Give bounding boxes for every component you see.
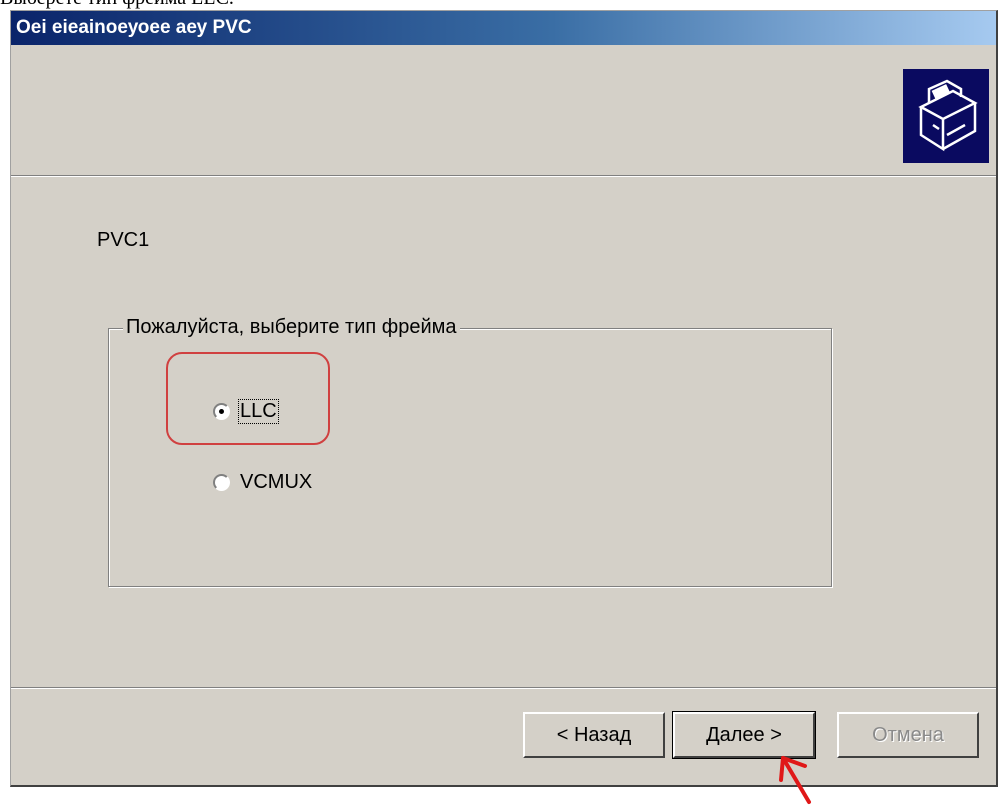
radio-label-vcmux: VCMUX [240,471,313,493]
red-arrow-annotation [779,756,811,804]
pvc-name-label: PVC1 [97,229,150,251]
network-card-icon [903,69,989,163]
radio-button-vcmux[interactable] [213,474,230,491]
window-title: Оеі еіеаіnоеуоее аеу PVC [11,11,996,45]
groupbox-label: Пожалуйста, выберите тип фрейма [123,316,460,339]
cancel-button[interactable]: Отмена [837,712,979,758]
header-separator [11,175,996,177]
llc-highlight-annotation [166,352,330,445]
back-button[interactable]: < Назад [523,712,665,758]
radio-option-vcmux[interactable]: VCMUX [213,471,313,494]
wizard-dialog: Оеі еіеаіnоеуоее аеу PVC PVC1 Пожалуйста… [10,10,998,787]
footer-separator [11,687,996,689]
page-caption: Выберете тип фрейма LLC. [0,0,234,9]
